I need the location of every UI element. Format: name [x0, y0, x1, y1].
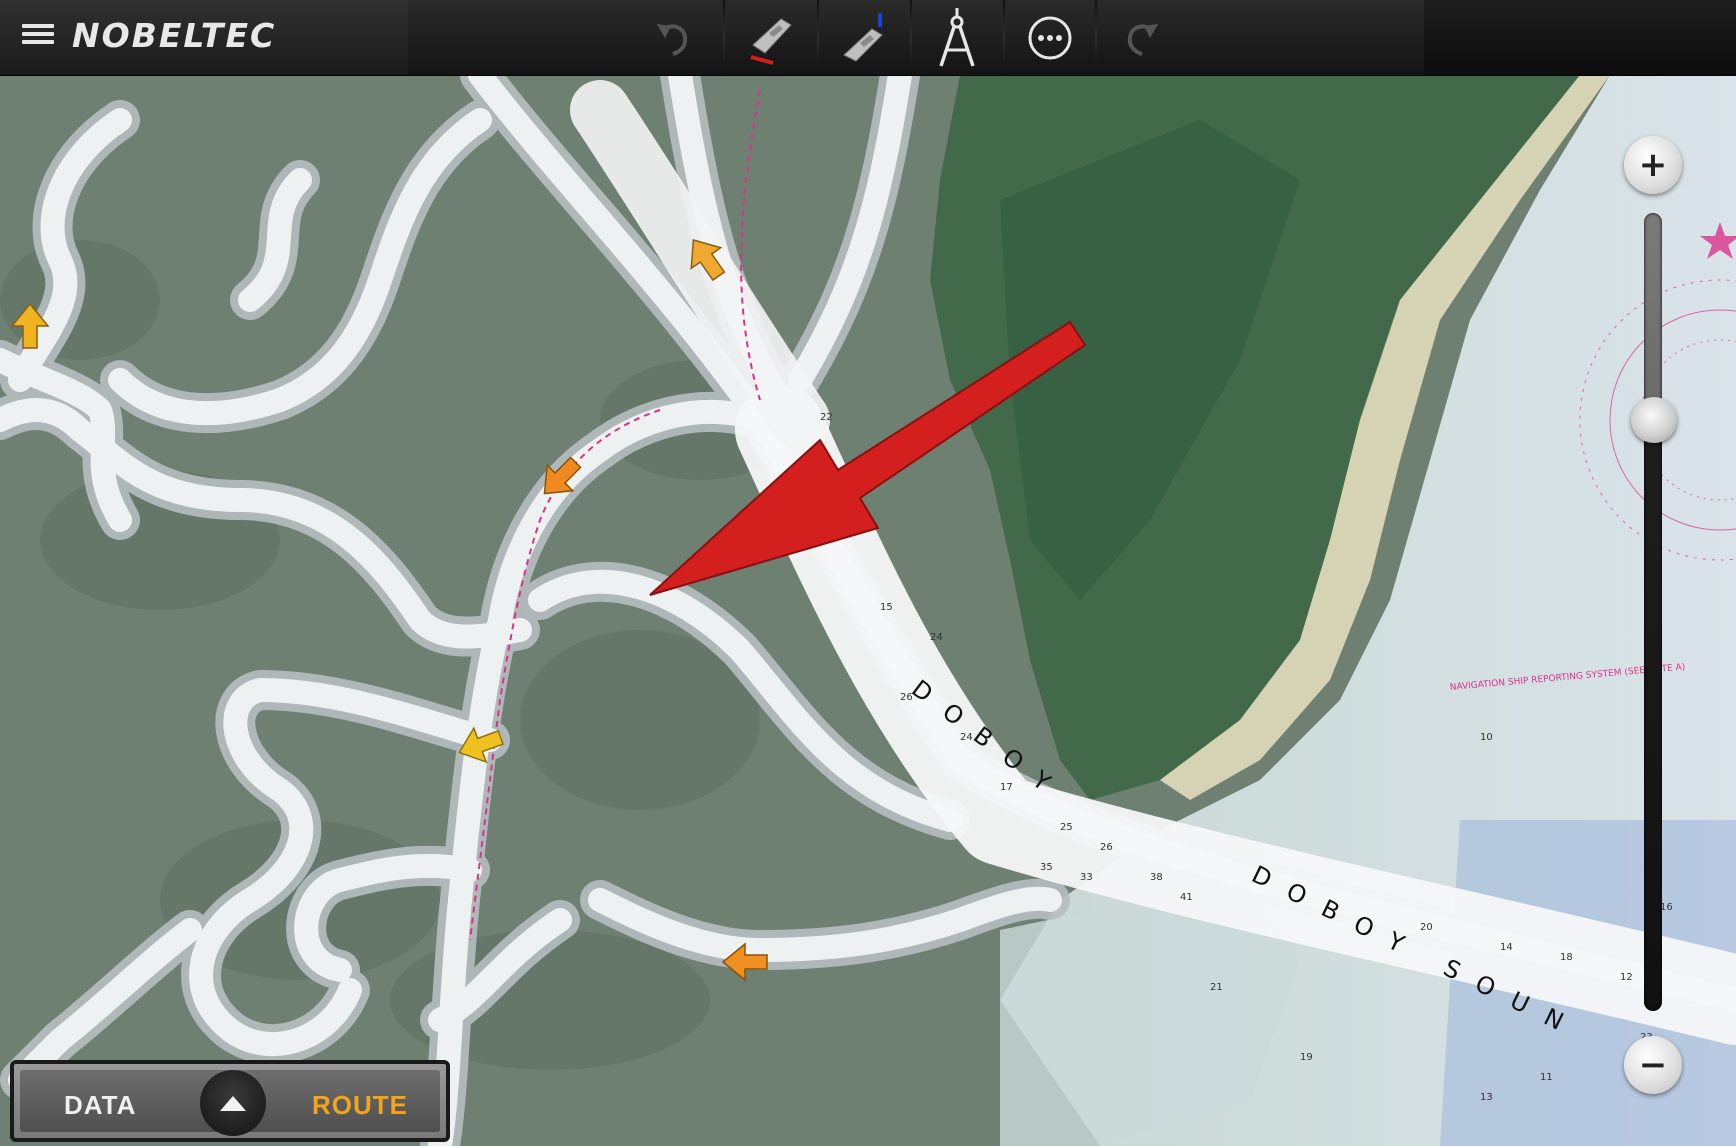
boat-centered-icon	[750, 17, 792, 65]
svg-text:17: 17	[1000, 782, 1013, 793]
route-tab[interactable]: ROUTE	[312, 1090, 408, 1121]
svg-text:26: 26	[1100, 842, 1113, 853]
brand-logo: NOBELTEC	[72, 16, 277, 55]
menu-line	[22, 40, 54, 44]
svg-text:25: 25	[1060, 822, 1073, 833]
top-toolbar: NOBELTEC	[0, 0, 1736, 76]
chevron-up-icon	[220, 1096, 246, 1111]
svg-text:22: 22	[820, 412, 833, 423]
svg-text:10: 10	[1480, 732, 1493, 743]
expand-panel-button[interactable]	[200, 1070, 266, 1136]
redo-icon	[1127, 23, 1158, 56]
zoom-out-button[interactable]: −	[1624, 1036, 1682, 1094]
svg-text:21: 21	[1210, 982, 1223, 993]
svg-text:18: 18	[1560, 952, 1573, 963]
svg-text:11: 11	[1540, 1072, 1553, 1083]
menu-line	[22, 32, 54, 36]
svg-text:13: 13	[1480, 1092, 1493, 1103]
chart-map[interactable]: DOBOY DOBOY SOUN NAVIGATION SHIP REPORTI…	[0, 75, 1736, 1146]
svg-text:26: 26	[900, 692, 913, 703]
svg-text:15: 15	[880, 602, 893, 613]
measure-button[interactable]	[912, 0, 1002, 75]
menu-line	[22, 24, 54, 28]
svg-text:24: 24	[960, 732, 973, 743]
svg-text:33: 33	[1080, 872, 1093, 883]
compass-divider-icon	[939, 7, 975, 67]
svg-text:24: 24	[930, 632, 943, 643]
undo-button[interactable]	[628, 0, 718, 75]
svg-text:41: 41	[1180, 892, 1193, 903]
svg-text:19: 19	[1300, 1052, 1313, 1063]
more-icon	[1028, 16, 1072, 59]
brand-area: NOBELTEC	[0, 0, 408, 75]
svg-text:38: 38	[1150, 872, 1163, 883]
zoom-in-button[interactable]: +	[1624, 136, 1682, 194]
center-on-vessel-button[interactable]	[725, 0, 815, 75]
zoom-slider-track[interactable]	[1644, 213, 1662, 1011]
svg-text:20: 20	[1420, 922, 1433, 933]
svg-text:12: 12	[1620, 972, 1633, 983]
more-options-button[interactable]	[1005, 0, 1095, 75]
svg-text:14: 14	[1500, 942, 1513, 953]
follow-vessel-button[interactable]	[818, 0, 908, 75]
hamburger-menu-button[interactable]	[22, 20, 54, 52]
toolbar-right-area	[1424, 0, 1736, 75]
undo-icon	[657, 23, 688, 56]
svg-text:35: 35	[1040, 862, 1053, 873]
data-tab[interactable]: DATA	[64, 1090, 136, 1121]
data-route-panel: DATA ROUTE	[10, 1060, 450, 1142]
redo-button[interactable]	[1097, 0, 1187, 75]
boat-follow-icon	[843, 12, 883, 62]
